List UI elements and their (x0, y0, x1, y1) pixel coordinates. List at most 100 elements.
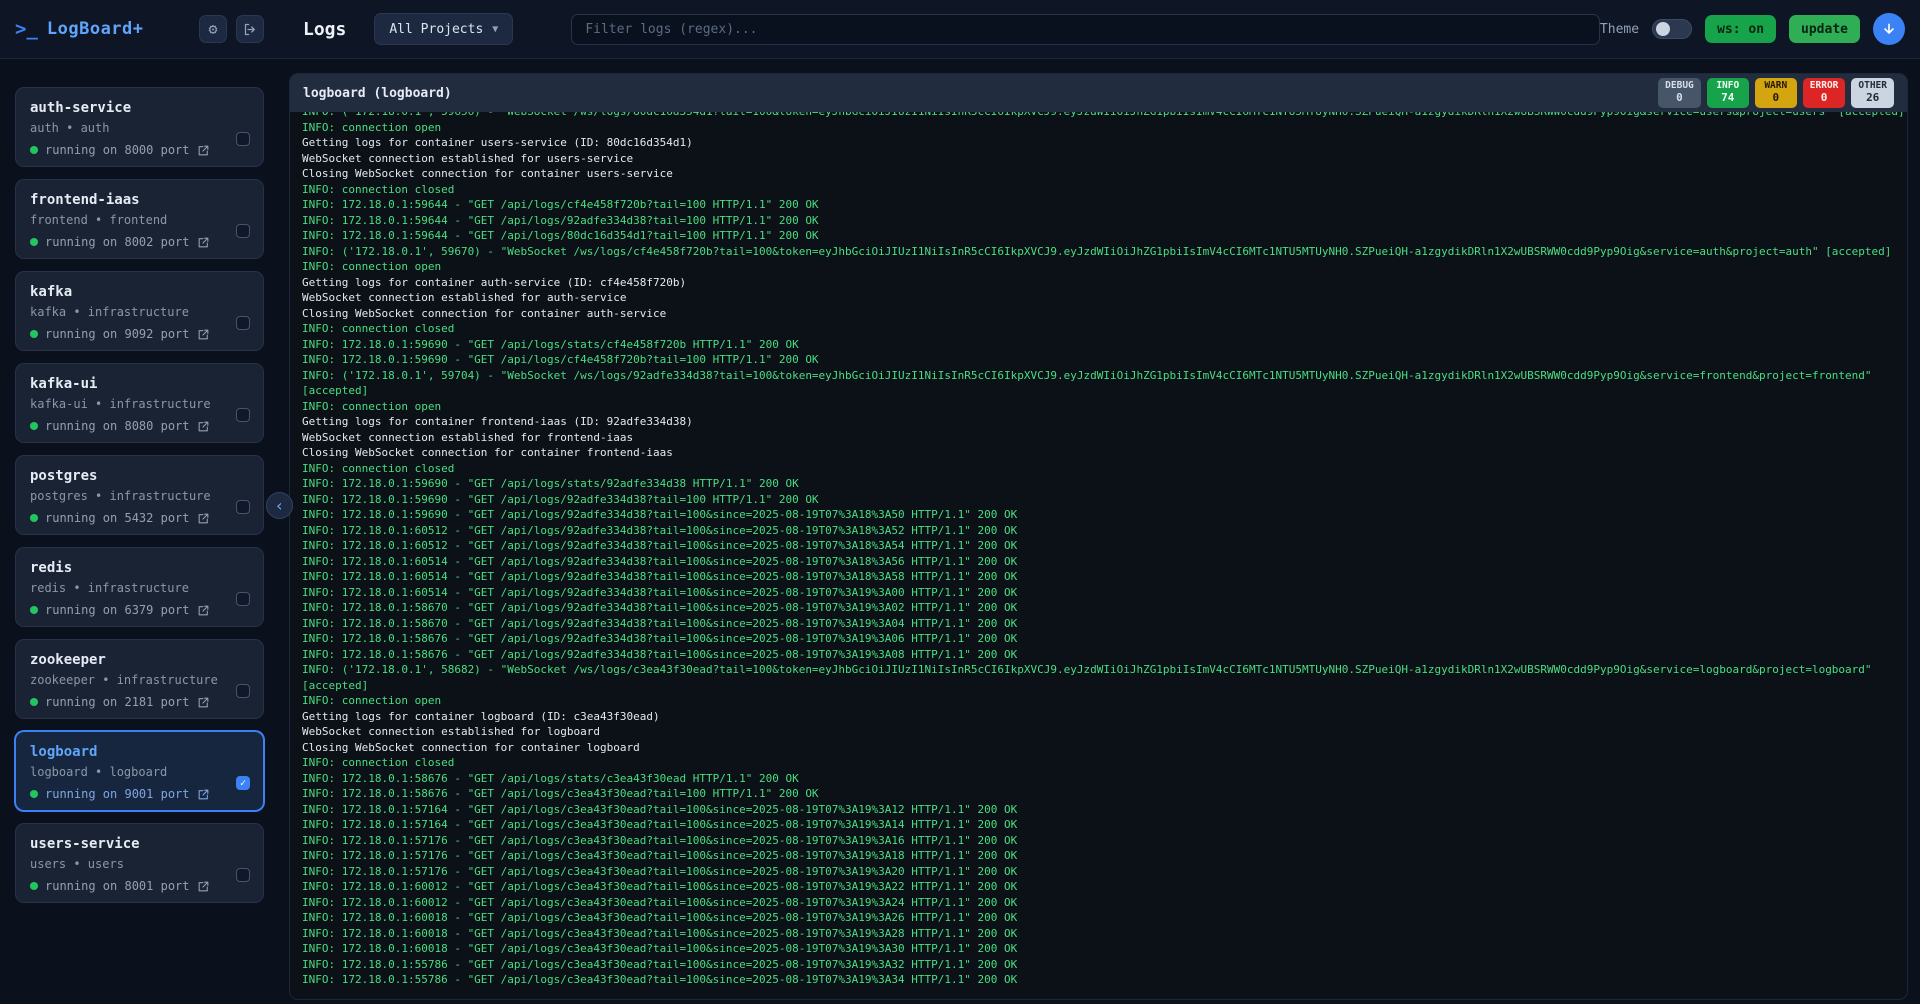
service-subtitle: frontend • frontend (30, 213, 249, 227)
service-card-users-service[interactable]: users-service users • users running on 8… (15, 823, 264, 903)
app-title: LogBoard+ (47, 19, 144, 39)
logout-button[interactable] (236, 15, 264, 43)
service-status-text: running on 8001 port (45, 879, 190, 893)
service-checkbox[interactable]: ✓ (236, 776, 250, 790)
service-card-redis[interactable]: redis redis • infrastructure running on … (15, 547, 264, 627)
badge-other[interactable]: OTHER 26 (1851, 78, 1894, 108)
service-card-frontend-iaas[interactable]: frontend-iaas frontend • frontend runnin… (15, 179, 264, 259)
log-line: INFO: connection open (302, 120, 1895, 136)
log-panel: logboard (logboard) DEBUG 0 INFO 74 WARN… (289, 73, 1908, 1000)
log-line: Getting logs for container users-service… (302, 135, 1895, 151)
external-link-icon[interactable] (197, 144, 210, 157)
badge-count: 74 (1721, 92, 1734, 105)
log-line: [accepted] (302, 383, 1895, 399)
status-dot-icon (30, 238, 38, 246)
log-line: INFO: 172.18.0.1:59644 - "GET /api/logs/… (302, 197, 1895, 213)
log-line: INFO: 172.18.0.1:58676 - "GET /api/logs/… (302, 647, 1895, 663)
theme-label: Theme (1600, 22, 1639, 37)
badge-count: 0 (1821, 92, 1828, 105)
service-checkbox[interactable] (236, 868, 250, 882)
main-area: logboard (logboard) DEBUG 0 INFO 74 WARN… (279, 59, 1920, 1004)
service-status: running on 8000 port (30, 143, 249, 157)
log-panel-header: logboard (logboard) DEBUG 0 INFO 74 WARN… (290, 74, 1907, 112)
service-status: running on 5432 port (30, 511, 249, 525)
toggle-knob-icon (1656, 22, 1670, 36)
external-link-icon[interactable] (197, 788, 210, 801)
log-line: INFO: connection open (302, 399, 1895, 415)
service-card-zookeeper[interactable]: zookeeper zookeeper • infrastructure run… (15, 639, 264, 719)
log-line: INFO: 172.18.0.1:58676 - "GET /api/logs/… (302, 631, 1895, 647)
service-checkbox[interactable] (236, 592, 250, 606)
service-card-postgres[interactable]: postgres postgres • infrastructure runni… (15, 455, 264, 535)
service-status: running on 6379 port (30, 603, 249, 617)
service-checkbox[interactable] (236, 408, 250, 422)
theme-toggle[interactable] (1652, 19, 1692, 39)
log-line: WebSocket connection established for log… (302, 724, 1895, 740)
log-line: INFO: 172.18.0.1:60012 - "GET /api/logs/… (302, 879, 1895, 895)
log-line: INFO: 172.18.0.1:57176 - "GET /api/logs/… (302, 848, 1895, 864)
log-line: Closing WebSocket connection for contain… (302, 306, 1895, 322)
external-link-icon[interactable] (197, 604, 210, 617)
header-actions: Theme ws: on update (1600, 13, 1905, 45)
external-link-icon[interactable] (197, 420, 210, 433)
log-line: INFO: 172.18.0.1:57164 - "GET /api/logs/… (302, 802, 1895, 818)
external-link-icon[interactable] (197, 512, 210, 525)
service-card-logboard[interactable]: logboard logboard • logboard running on … (15, 731, 264, 811)
log-line: INFO: ('172.18.0.1', 59670) - "WebSocket… (302, 244, 1895, 260)
log-panel-title: logboard (logboard) (303, 86, 452, 101)
external-link-icon[interactable] (197, 696, 210, 709)
service-list: auth-service auth • auth running on 8000… (0, 59, 279, 1004)
service-name: redis (30, 560, 249, 576)
scroll-bottom-button[interactable] (1873, 13, 1905, 45)
badge-error[interactable]: ERROR 0 (1803, 78, 1846, 108)
project-selector[interactable]: All Projects ▼ (374, 13, 513, 45)
service-checkbox[interactable] (236, 224, 250, 238)
badge-debug[interactable]: DEBUG 0 (1658, 78, 1701, 108)
arrow-down-icon (1881, 21, 1897, 37)
external-link-icon[interactable] (197, 880, 210, 893)
service-subtitle: auth • auth (30, 121, 249, 135)
log-line: INFO: connection closed (302, 755, 1895, 771)
service-checkbox[interactable] (236, 684, 250, 698)
app-header: >_ LogBoard+ ⚙ (0, 15, 279, 43)
log-line: WebSocket connection established for fro… (302, 430, 1895, 446)
project-selector-label: All Projects (389, 22, 483, 37)
top-bar: >_ LogBoard+ ⚙ Logs All Projects ▼ Theme… (0, 0, 1920, 59)
log-line: INFO: 172.18.0.1:57176 - "GET /api/logs/… (302, 864, 1895, 880)
service-checkbox[interactable] (236, 132, 250, 146)
log-content[interactable]: INFO: ('172.18.0.1', 59656) - "WebSocket… (290, 112, 1907, 999)
log-line: Closing WebSocket connection for contain… (302, 445, 1895, 461)
badge-info[interactable]: INFO 74 (1707, 78, 1749, 108)
external-link-icon[interactable] (197, 236, 210, 249)
log-line: INFO: connection open (302, 259, 1895, 275)
status-dot-icon (30, 698, 38, 706)
terminal-logo-icon: >_ (15, 18, 38, 40)
status-dot-icon (30, 606, 38, 614)
service-name: kafka (30, 284, 249, 300)
websocket-status-badge[interactable]: ws: on (1705, 15, 1776, 43)
log-line: INFO: ('172.18.0.1', 58682) - "WebSocket… (302, 662, 1895, 678)
external-link-icon[interactable] (197, 328, 210, 341)
service-status: running on 2181 port (30, 695, 249, 709)
badge-warn[interactable]: WARN 0 (1755, 78, 1797, 108)
update-button[interactable]: update (1789, 15, 1860, 43)
log-line: INFO: 172.18.0.1:59690 - "GET /api/logs/… (302, 352, 1895, 368)
service-checkbox[interactable] (236, 500, 250, 514)
log-line: INFO: 172.18.0.1:60514 - "GET /api/logs/… (302, 585, 1895, 601)
log-line: Closing WebSocket connection for contain… (302, 166, 1895, 182)
sidebar-collapse-button[interactable]: ‹ (266, 492, 293, 519)
chevron-down-icon: ▼ (492, 24, 498, 35)
settings-button[interactable]: ⚙ (199, 15, 227, 43)
service-card-auth-service[interactable]: auth-service auth • auth running on 8000… (15, 87, 264, 167)
log-line: INFO: 172.18.0.1:57176 - "GET /api/logs/… (302, 833, 1895, 849)
service-card-kafka-ui[interactable]: kafka-ui kafka-ui • infrastructure runni… (15, 363, 264, 443)
log-line: INFO: 172.18.0.1:60512 - "GET /api/logs/… (302, 538, 1895, 554)
filter-input[interactable] (571, 14, 1600, 45)
service-card-kafka[interactable]: kafka kafka • infrastructure running on … (15, 271, 264, 351)
log-line: INFO: ('172.18.0.1', 59656) - "WebSocket… (302, 112, 1895, 120)
log-line: INFO: ('172.18.0.1', 59704) - "WebSocket… (302, 368, 1895, 384)
logout-icon (243, 22, 258, 37)
log-line: INFO: 172.18.0.1:60012 - "GET /api/logs/… (302, 895, 1895, 911)
service-checkbox[interactable] (236, 316, 250, 330)
service-status: running on 9001 port (30, 787, 249, 801)
